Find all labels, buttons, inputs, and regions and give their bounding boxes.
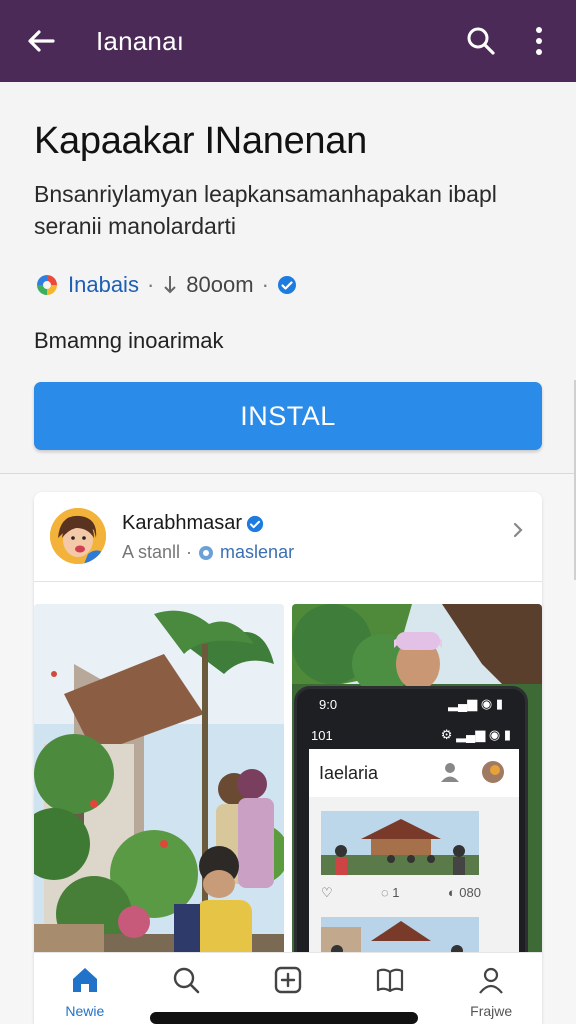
more-options-button[interactable] — [510, 0, 568, 82]
nav-item-profile[interactable]: Frajwe — [440, 953, 542, 1024]
post-author[interactable]: Karabhmasar — [122, 512, 264, 535]
top-app-bar: Iananaı — [0, 0, 576, 82]
home-indicator[interactable] — [150, 1012, 418, 1024]
meta-separator: · — [146, 272, 155, 297]
developer-link[interactable]: Inabais — [68, 272, 139, 298]
phone-post-image — [321, 811, 479, 875]
phone-time: 9:0 — [319, 696, 338, 712]
view-count: ◐ 080 — [447, 885, 481, 900]
search-icon — [174, 967, 200, 994]
phone-signal-icons: ▂▄▆ ◉ ▮ — [448, 696, 503, 711]
heart-icon: ♡ — [321, 885, 333, 900]
developer-logo-icon — [37, 275, 57, 295]
app-header: Kapaakar INanenan Bnsanriylamyan leapkan… — [0, 82, 576, 474]
back-arrow-icon — [28, 30, 55, 52]
profile-icon — [479, 967, 504, 994]
meta-separator: · — [261, 272, 269, 297]
app-name: Kapaakar INanenan — [34, 120, 367, 162]
phone-screen-header: Iaelaria — [309, 749, 519, 797]
phone-post-actions: ♡ ◌ 1 ◐ 080 — [321, 885, 481, 901]
meta-separator: · — [186, 542, 193, 562]
post-card: Karabhmasar A stanll · maslenar 9:0 ▂▄▆ … — [34, 492, 542, 1024]
app-meta: Inabais · 80oom · — [34, 272, 297, 298]
home-icon — [72, 968, 97, 992]
search-icon — [467, 27, 495, 55]
comment-count: ◌ 1 — [380, 885, 400, 900]
app-subline: Bmamng inoarimak — [34, 328, 224, 353]
post-meta-text: A stanll — [122, 542, 181, 562]
chevron-right-icon[interactable] — [508, 520, 528, 540]
phone-status-left: 101 — [311, 727, 333, 743]
nav-label-profile: Frajwe — [470, 1003, 513, 1019]
search-button[interactable] — [452, 0, 510, 82]
verified-badge-icon — [277, 276, 296, 294]
more-vert-icon — [536, 27, 542, 55]
author-name: Karabhmasar — [122, 512, 243, 534]
nav-item-home[interactable]: Newie — [34, 953, 136, 1024]
back-button[interactable] — [0, 0, 82, 82]
verified-badge-icon — [246, 515, 264, 532]
app-description: Bnsanriylamyan leapkansamanhapakan ibapl… — [34, 181, 497, 239]
phone-status-right-icons: ⚙ ▂▄▆ ◉ ▮ — [440, 727, 511, 742]
post-meta: A stanll · maslenar — [122, 542, 294, 563]
nav-label-home: Newie — [65, 1003, 105, 1019]
profile-avatar-icon — [482, 761, 504, 783]
phone-screen-title: Iaelaria — [319, 762, 379, 783]
post-header[interactable]: Karabhmasar A stanll · maslenar — [34, 492, 542, 582]
location-icon — [199, 545, 214, 560]
book-icon — [376, 968, 403, 993]
install-button[interactable]: INSTAL — [34, 382, 542, 450]
app-bar-title: Iananaı — [96, 25, 185, 56]
add-box-icon — [274, 966, 302, 994]
download-icon — [164, 276, 176, 294]
download-count: 80oom — [186, 272, 254, 297]
avatar[interactable] — [50, 508, 106, 564]
post-location: maslenar — [220, 542, 295, 562]
avatar-illustration — [50, 508, 106, 564]
person-icon — [441, 763, 459, 782]
phone-status-bar: 9:0 ▂▄▆ ◉ ▮ — [297, 689, 525, 719]
phone-status-row: 101 ⚙ ▂▄▆ ◉ ▮ — [297, 723, 525, 747]
